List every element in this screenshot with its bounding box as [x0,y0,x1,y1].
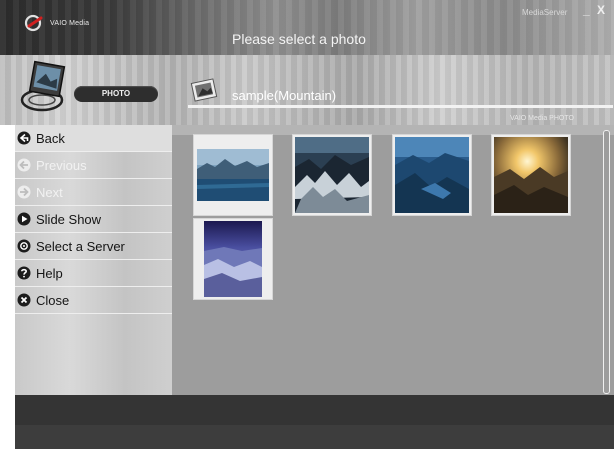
snow-field-image [204,221,262,297]
footer-bar [15,425,614,449]
page-title: Please select a photo [232,31,366,47]
select-server-label: Select a Server [36,238,125,254]
vaio-media-logo: VAIO Media [24,14,89,32]
back-arrow-icon [17,131,31,145]
photo-album-icon [190,78,218,102]
vertical-scrollbar[interactable] [603,130,610,394]
grid-top-strip [172,125,614,135]
back-label: Back [36,130,65,146]
select-server-button[interactable]: Select a Server [15,233,172,260]
help-button[interactable]: Help [15,260,172,287]
source-label: VAIO Media PHOTO [510,115,574,122]
mountain-sunset-thumbnail[interactable] [492,135,570,215]
snowy-ridge-thumbnail[interactable] [293,135,371,215]
help-label: Help [36,265,63,281]
next-label: Next [36,184,63,200]
previous-arrow-icon [17,158,31,172]
play-icon [17,212,31,226]
mountain-valley-thumbnail[interactable] [393,135,471,215]
window-controls[interactable]: _ X [583,3,607,17]
navigation-menu: Back Previous Next Slide Show Select a S… [15,125,172,395]
help-icon [17,266,31,280]
mountain-lake-image [197,149,269,201]
close-button[interactable]: Close [15,287,172,314]
snow-field-thumbnail[interactable] [194,219,272,299]
mountain-lake-thumbnail[interactable] [194,135,272,215]
mountain-sunset-image [494,137,568,213]
logo-text: VAIO Media [50,19,90,27]
mountain-valley-image [395,137,469,213]
photo-camera-icon [20,60,66,112]
server-icon [17,239,31,253]
slide-show-label: Slide Show [36,211,102,227]
title-bar: VAIO Media Please select a photo MediaSe… [0,0,614,55]
next-arrow-icon [17,185,31,199]
category-pill-photo: PHOTO [74,86,158,102]
close-icon [17,293,31,307]
server-name-label: MediaServer [522,8,568,17]
close-label: Close [36,292,70,308]
status-bar [15,395,614,425]
left-margin [0,125,15,449]
snowy-ridge-image [295,137,369,213]
album-title: sample(Mountain) [232,88,337,103]
previous-button[interactable]: Previous [15,152,172,179]
back-button[interactable]: Back [15,125,172,152]
slide-show-button[interactable]: Slide Show [15,206,172,233]
vaio-logo-icon [24,14,43,32]
album-divider [188,105,613,108]
next-button[interactable]: Next [15,179,172,206]
previous-label: Previous [36,157,87,173]
